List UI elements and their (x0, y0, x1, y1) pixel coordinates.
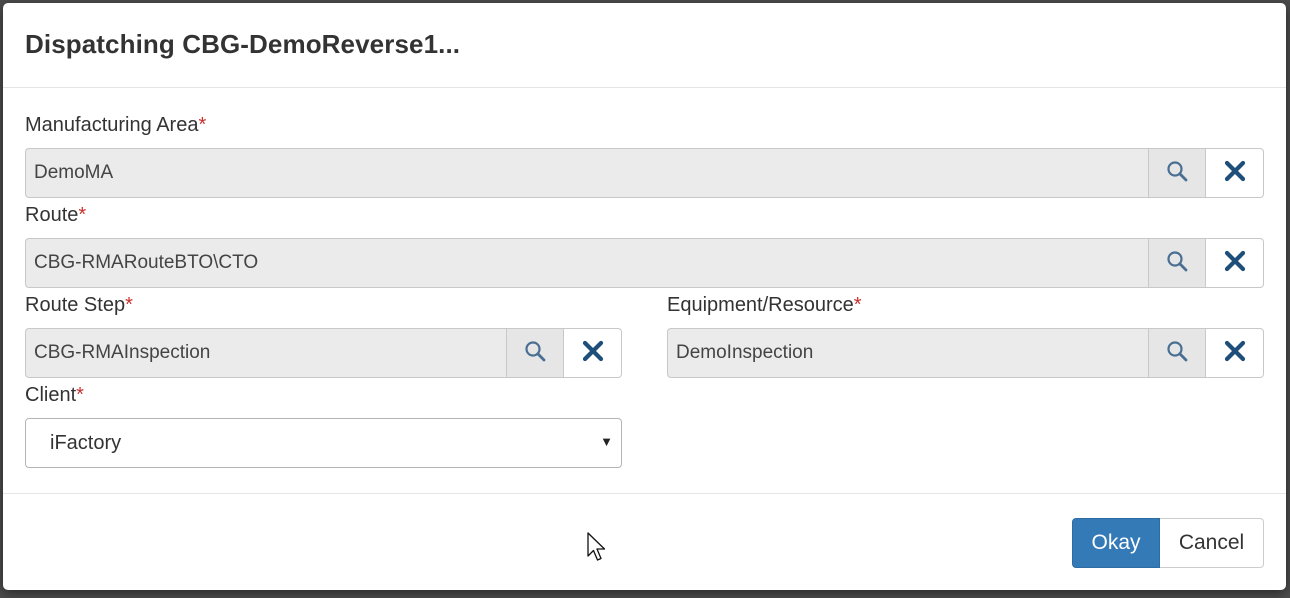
required-marker: * (198, 114, 207, 136)
equipment-resource-clear-button[interactable] (1206, 328, 1264, 378)
route-step-field (25, 328, 622, 378)
route-step-label: Route Step* (25, 294, 133, 316)
cancel-button[interactable]: Cancel (1160, 518, 1264, 568)
close-icon (1224, 160, 1246, 187)
okay-button[interactable]: Okay (1072, 518, 1160, 568)
dispatch-dialog: Dispatching CBG-DemoReverse1... Manufact… (3, 3, 1286, 590)
manufacturing-area-label: Manufacturing Area* (25, 114, 207, 136)
route-clear-button[interactable] (1206, 238, 1264, 288)
search-icon (1166, 160, 1188, 187)
close-icon (1224, 340, 1246, 367)
required-marker: * (76, 384, 84, 406)
search-icon (524, 340, 546, 367)
equipment-resource-search-button[interactable] (1148, 328, 1206, 378)
dialog-header: Dispatching CBG-DemoReverse1... (3, 3, 1286, 88)
dialog-title: Dispatching CBG-DemoReverse1... (25, 29, 461, 59)
manufacturing-area-input[interactable] (25, 148, 1148, 198)
caret-down-icon: ▼ (600, 434, 613, 449)
route-search-button[interactable] (1148, 238, 1206, 288)
manufacturing-area-clear-button[interactable] (1206, 148, 1264, 198)
required-marker: * (125, 294, 133, 316)
client-label: Client* (25, 384, 84, 406)
manufacturing-area-search-button[interactable] (1148, 148, 1206, 198)
route-step-clear-button[interactable] (564, 328, 622, 378)
equipment-resource-input[interactable] (667, 328, 1148, 378)
client-selected-value: iFactory (50, 432, 122, 454)
close-icon (1224, 250, 1246, 277)
route-field (25, 238, 1264, 288)
client-select[interactable]: iFactory ▼ (25, 418, 622, 468)
route-step-search-button[interactable] (506, 328, 564, 378)
dialog-footer: Okay Cancel (3, 493, 1286, 590)
equipment-resource-label: Equipment/Resource* (667, 294, 862, 316)
close-icon (582, 340, 604, 367)
required-marker: * (853, 294, 862, 316)
manufacturing-area-field (25, 148, 1264, 198)
route-input[interactable] (25, 238, 1148, 288)
required-marker: * (78, 204, 87, 226)
search-icon (1166, 250, 1188, 277)
equipment-resource-field (667, 328, 1264, 378)
mouse-cursor-icon (587, 532, 607, 567)
route-step-input[interactable] (25, 328, 506, 378)
search-icon (1166, 340, 1188, 367)
route-label: Route* (25, 204, 87, 226)
